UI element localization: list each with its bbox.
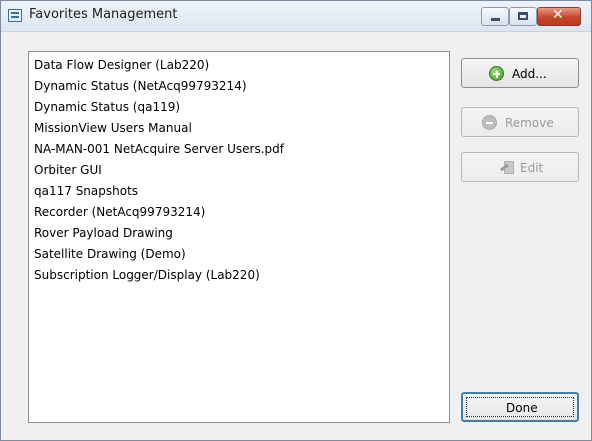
favorites-management-window: Favorites Management ✕ Data Flow Designe… <box>0 0 592 441</box>
list-item[interactable]: Dynamic Status (qa119) <box>34 100 180 114</box>
window-title: Favorites Management <box>29 7 178 22</box>
gray-minus-circle-icon <box>482 115 497 130</box>
minimize-icon <box>491 18 500 21</box>
list-item[interactable]: Dynamic Status (NetAcq99793214) <box>34 79 247 93</box>
edit-page-icon <box>499 160 515 176</box>
maximize-icon <box>518 12 528 20</box>
favorites-window-icon <box>8 9 22 22</box>
list-item[interactable]: qa117 Snapshots <box>34 184 138 198</box>
list-item[interactable]: Rover Payload Drawing <box>34 226 173 240</box>
list-item[interactable]: Recorder (NetAcq99793214) <box>34 205 205 219</box>
list-item[interactable]: NA-MAN-001 NetAcquire Server Users.pdf <box>34 142 284 156</box>
edit-button-label: Edit <box>520 161 544 175</box>
close-icon: ✕ <box>552 7 564 23</box>
favorites-list[interactable]: Data Flow Designer (Lab220) Dynamic Stat… <box>28 51 450 423</box>
edit-button[interactable]: Edit <box>461 152 579 182</box>
remove-button-label: Remove <box>505 116 554 130</box>
list-item[interactable]: MissionView Users Manual <box>34 121 192 135</box>
done-button[interactable]: Done <box>461 392 579 422</box>
title-bar[interactable]: Favorites Management ✕ <box>1 1 591 32</box>
list-item[interactable]: Orbiter GUI <box>34 163 102 177</box>
list-item[interactable]: Subscription Logger/Display (Lab220) <box>34 268 260 282</box>
remove-button[interactable]: Remove <box>461 107 579 137</box>
green-plus-circle-icon <box>489 66 504 81</box>
done-button-label: Done <box>506 401 538 415</box>
close-button[interactable]: ✕ <box>537 7 581 26</box>
add-button-label: Add... <box>512 67 547 81</box>
list-item[interactable]: Data Flow Designer (Lab220) <box>34 58 209 72</box>
add-button[interactable]: Add... <box>461 58 579 88</box>
maximize-button[interactable] <box>509 7 537 26</box>
list-item[interactable]: Satellite Drawing (Demo) <box>34 247 186 261</box>
minimize-button[interactable] <box>481 7 509 26</box>
